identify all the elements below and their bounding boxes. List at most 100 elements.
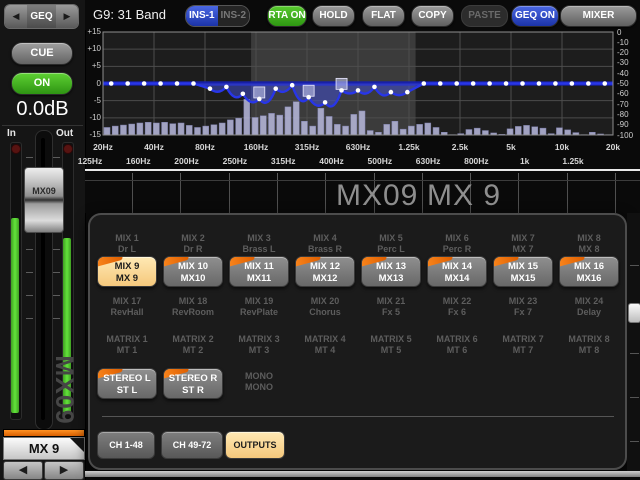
fader-tick bbox=[53, 295, 60, 296]
rta-tick-label: -20 bbox=[617, 49, 629, 57]
freq-label-zoom: 200Hz bbox=[174, 156, 199, 166]
label-line2: MT 3 bbox=[229, 345, 289, 356]
topbar: G9: 31 Band INS-1 INS-2 RTA ONHOLD FLAT CO… bbox=[85, 0, 640, 30]
label-line2: Brass R bbox=[295, 244, 355, 255]
freq-label-zoom: 160Hz bbox=[126, 156, 151, 166]
freq-label-full: 630Hz bbox=[346, 142, 371, 152]
button-line2: ST L bbox=[98, 385, 156, 397]
scroll-strip bbox=[627, 213, 640, 471]
gain-tick-label: -5 bbox=[86, 97, 101, 105]
on-button[interactable]: ON bbox=[11, 72, 73, 95]
rta-tick-label: -30 bbox=[617, 59, 629, 67]
geq-curve-editor[interactable] bbox=[85, 30, 640, 180]
button-line1: STEREO L bbox=[98, 373, 156, 385]
meter-in-label: In bbox=[7, 128, 16, 139]
channel-strip-row: MX09 MX 9 bbox=[85, 172, 640, 213]
panel-tab-ch-1-48[interactable]: CH 1-48 bbox=[97, 431, 155, 459]
geq-selector-label: GEQ bbox=[27, 5, 56, 28]
channel-select-button-mix-13[interactable]: MIX 13MX13 bbox=[361, 256, 421, 287]
panel-divider bbox=[102, 416, 614, 417]
channel-label-mix-20: MIX 20Chorus bbox=[295, 296, 355, 318]
bottom-scrollbar-track[interactable] bbox=[85, 471, 640, 477]
sidebar-divider bbox=[2, 125, 83, 126]
big-channel-id: MX09 bbox=[336, 179, 418, 213]
geq-selector: ◀ GEQ ▶ bbox=[4, 4, 79, 29]
label-line2: MX 7 bbox=[493, 244, 553, 255]
freq-label-zoom: 1.25k bbox=[562, 156, 583, 166]
panel-tab-outputs[interactable]: OUTPUTS bbox=[225, 431, 285, 459]
label-line1: MIX 18 bbox=[163, 296, 223, 307]
topbar-button-geq-on[interactable]: GEQ ON bbox=[511, 5, 559, 27]
channel-label-matrix-8: MATRIX 8MT 8 bbox=[559, 334, 619, 356]
button-line1: MIX 13 bbox=[362, 261, 420, 273]
label-line1: MATRIX 6 bbox=[427, 334, 487, 345]
channel-select-button-mix-10[interactable]: MIX 10MX10 bbox=[163, 256, 223, 287]
gain-tick-label: +15 bbox=[86, 28, 101, 36]
rta-tick-label: -60 bbox=[617, 90, 629, 98]
scrollbar-thumb[interactable] bbox=[628, 303, 640, 323]
channel-select-button-mix-11[interactable]: MIX 11MX11 bbox=[229, 256, 289, 287]
next-channel-button[interactable]: ▶ bbox=[44, 461, 84, 480]
panel-tab-ch-49-72[interactable]: CH 49-72 bbox=[161, 431, 223, 459]
topbar-button-rta-on[interactable]: RTA ON bbox=[267, 5, 307, 27]
label-line1: MATRIX 1 bbox=[97, 334, 157, 345]
strip-tick bbox=[277, 173, 278, 180]
topbar-button-flat[interactable]: FLAT bbox=[362, 5, 405, 27]
channel-label-mix-18: MIX 18RevRoom bbox=[163, 296, 223, 318]
geq-title: G9: 31 Band bbox=[93, 0, 166, 30]
channel-select-button-stereo-r[interactable]: STEREO RST R bbox=[163, 368, 223, 399]
strip-divider bbox=[180, 181, 181, 213]
strip-divider bbox=[518, 181, 519, 213]
channel-label-matrix-4: MATRIX 4MT 4 bbox=[295, 334, 355, 356]
label-line2: MT 5 bbox=[361, 345, 421, 356]
channel-label-mix-1: MIX 1Dr L bbox=[97, 233, 157, 255]
channel-label-matrix-6: MATRIX 6MT 6 bbox=[427, 334, 487, 356]
label-line2: Chorus bbox=[295, 307, 355, 318]
label-line1: MATRIX 2 bbox=[163, 334, 223, 345]
label-line2: MT 2 bbox=[163, 345, 223, 356]
channel-label-matrix-3: MATRIX 3MT 3 bbox=[229, 334, 289, 356]
insert-tab-group: INS-1 INS-2 bbox=[185, 5, 250, 27]
topbar-button-mixer[interactable]: MIXER bbox=[560, 5, 637, 27]
label-line1: MATRIX 8 bbox=[559, 334, 619, 345]
cue-button[interactable]: CUE bbox=[11, 42, 73, 65]
label-line2: Perc L bbox=[361, 244, 421, 255]
strip-tick bbox=[422, 173, 423, 180]
rta-tick-label: -10 bbox=[617, 39, 629, 47]
geq-next-icon[interactable]: ▶ bbox=[56, 5, 78, 28]
freq-label-zoom: 630Hz bbox=[416, 156, 441, 166]
label-line1: MIX 20 bbox=[295, 296, 355, 307]
label-line2: RevRoom bbox=[163, 307, 223, 318]
prev-channel-button[interactable]: ◀ bbox=[3, 461, 43, 480]
tab-ins2[interactable]: INS-2 bbox=[218, 6, 250, 26]
fader-cap[interactable]: MX09 bbox=[24, 167, 64, 233]
label-line2: Dr L bbox=[97, 244, 157, 255]
channel-label-mix-7: MIX 7MX 7 bbox=[493, 233, 553, 255]
freq-label-full: 5k bbox=[506, 142, 515, 152]
geq-prev-icon[interactable]: ◀ bbox=[5, 5, 27, 28]
fader-tick bbox=[53, 272, 60, 273]
rta-tick-label: -50 bbox=[617, 80, 629, 88]
topbar-button-copy[interactable]: COPY bbox=[411, 5, 454, 27]
freq-label-full: 40Hz bbox=[144, 142, 164, 152]
channel-select-button-mix-16[interactable]: MIX 16MX16 bbox=[559, 256, 619, 287]
channel-select-button-stereo-l[interactable]: STEREO LST L bbox=[97, 368, 157, 399]
channel-select-button-mix-15[interactable]: MIX 15MX15 bbox=[493, 256, 553, 287]
topbar-button-hold[interactable]: HOLD bbox=[312, 5, 355, 27]
button-line2: MX10 bbox=[164, 273, 222, 285]
label-line1: MIX 7 bbox=[493, 233, 553, 244]
button-line1: MIX 11 bbox=[230, 261, 288, 273]
channel-label-mix-2: MIX 2Dr R bbox=[163, 233, 223, 255]
button-line2: MX13 bbox=[362, 273, 420, 285]
channel-name-plate[interactable]: MX 9 bbox=[3, 437, 85, 460]
label-line2: MT 7 bbox=[493, 345, 553, 356]
label-line2: MX 8 bbox=[559, 244, 619, 255]
channel-select-button-mix-9[interactable]: MIX 9MX 9 bbox=[97, 256, 157, 287]
fader-tick bbox=[26, 318, 33, 319]
tab-ins1[interactable]: INS-1 bbox=[186, 6, 218, 26]
button-line2: MX 9 bbox=[98, 273, 156, 285]
label-line2: MONO bbox=[229, 382, 289, 393]
channel-select-button-mix-12[interactable]: MIX 12MX12 bbox=[295, 256, 355, 287]
fader-tick bbox=[26, 272, 33, 273]
channel-select-button-mix-14[interactable]: MIX 14MX14 bbox=[427, 256, 487, 287]
